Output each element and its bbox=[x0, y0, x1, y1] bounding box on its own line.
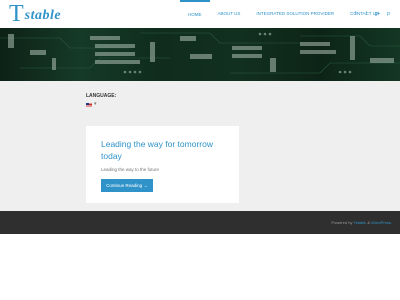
google-plus-icon[interactable]: g+ bbox=[374, 11, 381, 17]
footer-link-tstable[interactable]: Tstable bbox=[354, 220, 367, 225]
main-content: LANGUAGE: ▾ Leading the way for tomorrow… bbox=[0, 81, 400, 211]
twitter-icon[interactable]: t bbox=[363, 11, 370, 17]
footer-credits: Powered by Tstable & WordPress. bbox=[331, 220, 392, 225]
post-title[interactable]: Leading the way for tomorrow today bbox=[101, 138, 231, 162]
facebook-icon[interactable]: f bbox=[352, 11, 359, 17]
footer-prefix: Powered by bbox=[331, 220, 354, 225]
us-flag-icon[interactable] bbox=[86, 103, 92, 107]
post-excerpt: Leading the way to the future bbox=[101, 167, 160, 172]
footer-link-wordpress[interactable]: WordPress. bbox=[371, 220, 392, 225]
site-logo[interactable]: T stable bbox=[9, 1, 62, 27]
logo-text: stable bbox=[24, 8, 62, 23]
nav-integrated-solution-provider[interactable]: INTEGRATED SOLUTION PROVIDER bbox=[248, 0, 342, 28]
logo-initial: T bbox=[9, 1, 24, 27]
social-links: f t g+ p bbox=[352, 0, 392, 28]
continue-reading-button[interactable]: Continue Reading → bbox=[101, 179, 153, 192]
nav-about-us[interactable]: ABOUT US bbox=[210, 0, 249, 28]
header-banner-image bbox=[0, 28, 400, 81]
nav-home[interactable]: HOME bbox=[180, 0, 210, 28]
language-dropdown-arrow-icon[interactable]: ▾ bbox=[94, 101, 97, 107]
post-card: Leading the way for tomorrow today Leadi… bbox=[86, 126, 239, 203]
language-label: LANGUAGE: bbox=[86, 93, 117, 99]
circuit-board-image bbox=[0, 32, 400, 74]
site-header: T stable HOME ABOUT US INTEGRATED SOLUTI… bbox=[0, 0, 400, 28]
site-footer: Powered by Tstable & WordPress. bbox=[0, 211, 400, 234]
pinterest-icon[interactable]: p bbox=[385, 11, 392, 17]
